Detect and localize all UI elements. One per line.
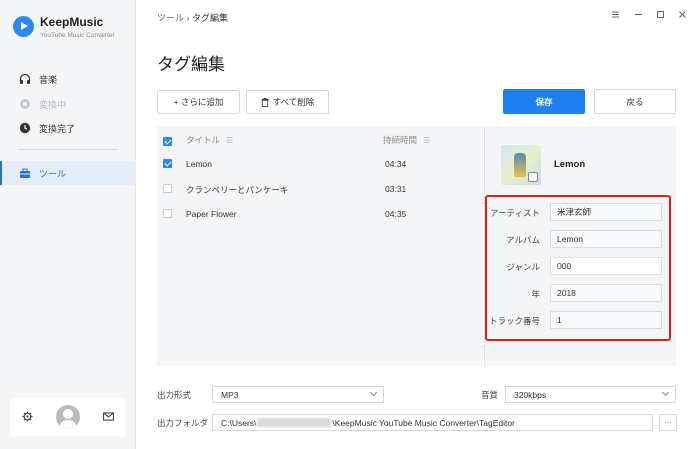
- brand-subtitle: YouTube Music Converter: [40, 32, 115, 39]
- output-format-value: MP3: [221, 389, 239, 400]
- track-title: Lemon: [186, 159, 212, 169]
- back-label: 戻る: [626, 96, 644, 107]
- table-row[interactable]: Paper Flower 04:35: [157, 202, 483, 226]
- album-cover[interactable]: [501, 145, 541, 185]
- quality-value: 320kbps: [514, 389, 547, 400]
- table-row[interactable]: クランベリーとパンケーキ 03:31: [157, 177, 483, 201]
- sort-icon: ☰: [226, 136, 234, 145]
- year-label: 年: [531, 289, 540, 299]
- track-title: クランベリーとパンケーキ: [186, 185, 289, 195]
- avatar[interactable]: [55, 405, 80, 429]
- sidebar-item-tools[interactable]: ツール: [0, 161, 136, 185]
- output-folder-field[interactable]: C:\Users\ \KeepMusic YouTube Music Conve…: [212, 414, 653, 431]
- selected-track-name: Lemon: [554, 159, 586, 170]
- row-checkbox[interactable]: [163, 184, 172, 193]
- track-duration: 03:31: [385, 184, 407, 194]
- sidebar-item-label: 変換中: [39, 99, 67, 110]
- output-format-select[interactable]: MP3: [212, 386, 384, 403]
- save-button[interactable]: 保存: [503, 89, 585, 114]
- sidebar-bottom-card: [10, 398, 125, 436]
- output-format-label: 出力形式: [157, 390, 192, 400]
- album-field[interactable]: Lemon: [550, 230, 662, 248]
- mail-icon[interactable]: [102, 411, 114, 423]
- output-folder-prefix: C:\Users\: [221, 417, 257, 428]
- sidebar-item-label: 音楽: [39, 74, 58, 85]
- cover-artwork: [514, 153, 526, 177]
- album-label: アルバム: [506, 235, 540, 245]
- add-more-label: + さらに追加: [173, 97, 224, 107]
- breadcrumb-current: タグ編集: [192, 13, 229, 23]
- sidebar-item-converting[interactable]: 変換中: [0, 92, 136, 116]
- redacted-username: [257, 418, 332, 427]
- sidebar-item-label: ツール: [39, 168, 67, 179]
- column-title-label: タイトル: [186, 135, 221, 145]
- converting-icon: [18, 98, 31, 111]
- minimize-icon[interactable]: [631, 10, 645, 22]
- browse-label: ···: [664, 418, 672, 427]
- save-label: 保存: [535, 96, 553, 107]
- select-all-checkbox[interactable]: [163, 137, 172, 146]
- quality-select[interactable]: 320kbps: [505, 386, 676, 403]
- page-title: タグ編集: [157, 55, 225, 74]
- breadcrumb-root[interactable]: ツール: [157, 13, 184, 23]
- track-number-field[interactable]: 1: [550, 311, 662, 329]
- chevron-down-icon: [369, 388, 378, 397]
- genre-label: ジャンル: [506, 262, 540, 272]
- artist-field[interactable]: 米津玄師: [550, 203, 662, 221]
- menu-icon[interactable]: [608, 10, 622, 22]
- headphones-icon: [18, 73, 31, 86]
- track-duration: 04:34: [385, 159, 407, 169]
- breadcrumb-separator: ›: [186, 13, 190, 23]
- clock-icon: [18, 122, 31, 135]
- year-field[interactable]: 2018: [550, 284, 662, 302]
- quality-label: 音質: [481, 390, 499, 400]
- column-header-title[interactable]: タイトル ☰: [186, 134, 233, 146]
- sort-icon: ☰: [423, 136, 431, 145]
- sidebar-item-label: 変換完了: [39, 123, 76, 134]
- delete-all-button[interactable]: すべて削除: [246, 90, 329, 114]
- browse-folder-button[interactable]: ···: [659, 414, 677, 431]
- genre-field[interactable]: 000: [550, 257, 662, 275]
- toolbox-icon: [18, 167, 31, 180]
- sidebar: KeepMusic YouTube Music Converter 音楽 変換中…: [0, 0, 136, 449]
- edit-cover-icon[interactable]: [528, 172, 538, 182]
- chevron-down-icon: [661, 388, 670, 397]
- back-button[interactable]: 戻る: [594, 89, 676, 114]
- breadcrumb: ツール › タグ編集: [157, 11, 228, 24]
- track-duration: 04:35: [385, 209, 407, 219]
- trash-icon: [261, 97, 269, 107]
- track-table: タイトル ☰ 持続時間 ☰ Lemon 04:34 クランベリーとパンケーキ 03:…: [157, 126, 483, 366]
- sidebar-item-music[interactable]: 音楽: [0, 67, 136, 91]
- app-logo-icon: [13, 16, 34, 37]
- brand-name: KeepMusic: [40, 15, 104, 29]
- table-row[interactable]: Lemon 04:34: [157, 152, 483, 176]
- output-folder-suffix: \KeepMusic YouTube Music Converter\TagEd…: [332, 417, 515, 428]
- delete-all-label: すべて削除: [272, 97, 315, 107]
- sidebar-divider: [18, 149, 118, 150]
- close-icon[interactable]: [675, 10, 689, 22]
- settings-icon[interactable]: [21, 410, 33, 424]
- track-title: Paper Flower: [186, 209, 237, 219]
- track-number-label: トラック番号: [488, 316, 540, 326]
- column-header-duration[interactable]: 持続時間 ☰: [383, 134, 430, 146]
- column-duration-label: 持続時間: [383, 135, 418, 145]
- add-more-button[interactable]: + さらに追加: [157, 90, 240, 114]
- maximize-icon[interactable]: [653, 10, 667, 22]
- artist-label: アーティスト: [490, 208, 540, 218]
- row-checkbox[interactable]: [163, 159, 172, 168]
- row-checkbox[interactable]: [163, 209, 172, 218]
- output-folder-label: 出力フォルダ: [157, 418, 209, 428]
- sidebar-item-converted[interactable]: 変換完了: [0, 116, 136, 140]
